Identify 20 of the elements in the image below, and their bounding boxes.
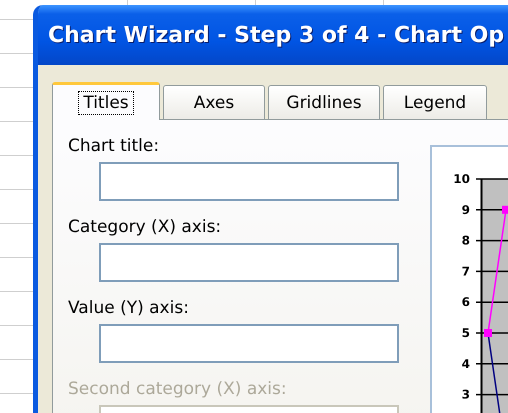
tick-label: 7 bbox=[462, 264, 470, 278]
text-field[interactable] bbox=[99, 243, 399, 282]
field-label: Chart title: bbox=[68, 135, 160, 158]
tick-label: 9 bbox=[462, 202, 470, 217]
tick-label: 5 bbox=[462, 326, 470, 340]
tick-label: 6 bbox=[462, 295, 470, 310]
tab[interactable]: Gridlines bbox=[268, 85, 380, 120]
window-title: Chart Wizard - Step 3 of 4 - Chart Op bbox=[48, 22, 504, 48]
tab[interactable]: Axes bbox=[163, 85, 265, 120]
field-label: Category (X) axis: bbox=[68, 216, 222, 239]
field-label: Second category (X) axis: bbox=[68, 378, 288, 401]
field-label: Value (Y) axis: bbox=[68, 297, 190, 320]
tab[interactable]: Legend bbox=[383, 85, 487, 120]
tick-label: 8 bbox=[462, 234, 470, 248]
text-field[interactable] bbox=[99, 162, 399, 201]
tick-label: 10 bbox=[453, 172, 470, 186]
tick-label: 3 bbox=[462, 388, 470, 402]
tab[interactable]: Titles bbox=[52, 82, 160, 120]
tick-label: 4 bbox=[462, 356, 470, 371]
text-field[interactable] bbox=[99, 324, 399, 363]
